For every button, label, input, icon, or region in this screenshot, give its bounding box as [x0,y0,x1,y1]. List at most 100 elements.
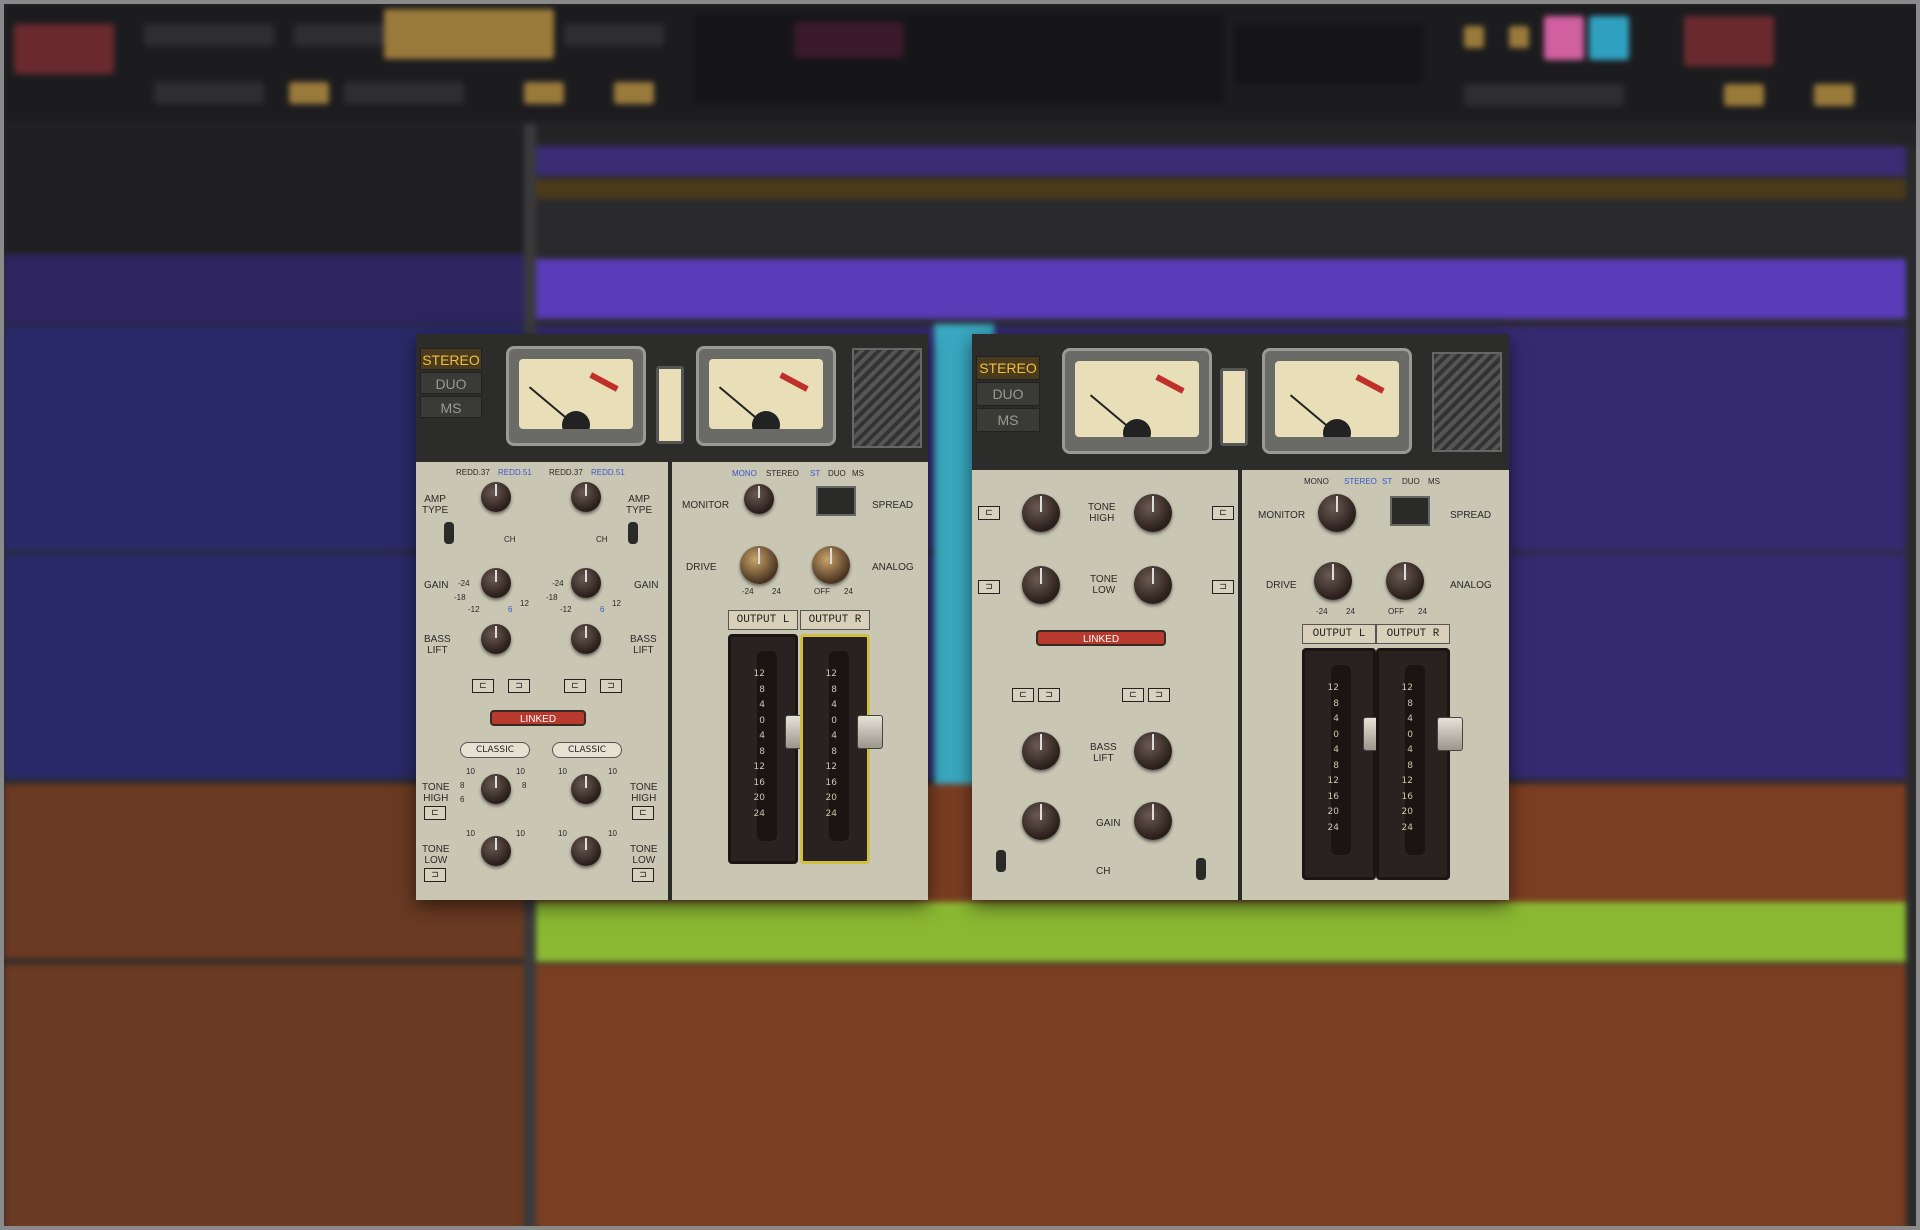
gain-knob[interactable] [1134,802,1172,840]
mode-stereo-button[interactable]: STEREO [420,348,482,370]
shelf-icon[interactable]: ⊐ [632,868,654,882]
drive-knob[interactable] [740,546,778,584]
tone-high-knob[interactable] [1022,494,1060,532]
output-r-fader[interactable]: 12 8 4 0 4 8 12 16 20 24 [1376,648,1463,880]
filter-shape-icon[interactable]: ⊐ [600,679,622,693]
toolbar-button[interactable] [1509,26,1529,48]
tone-high-knob[interactable] [481,774,511,804]
fader-scale-label: 4 [1407,714,1413,724]
tone-low-knob[interactable] [1022,566,1060,604]
gain-knob[interactable] [481,568,511,598]
bass-lift-knob[interactable] [481,624,511,654]
track-header[interactable] [4,254,524,324]
color-button[interactable] [1544,16,1584,60]
amp-type-knob[interactable] [571,482,601,512]
fader-scale-label: 12 [1327,683,1339,693]
filter-shape-icon[interactable]: ⊐ [508,679,530,693]
linked-button[interactable]: LINKED [1036,630,1166,646]
filter-shape-icon[interactable]: ⊐ [1148,688,1170,702]
gain-knob[interactable] [571,568,601,598]
bass-lift-knob[interactable] [1022,732,1060,770]
spread-switch[interactable] [816,486,856,516]
classic-button[interactable]: CLASSIC [460,742,530,758]
shelf-icon[interactable]: ⊐ [424,868,446,882]
shelf-icon[interactable]: ⊏ [1212,506,1234,520]
toolbar-button[interactable] [1724,84,1764,106]
fader-scale: 12 8 4 0 4 8 12 16 20 24 [739,667,765,822]
fader-scale: 12 8 4 0 4 8 12 16 20 24 [811,667,837,822]
analog-knob[interactable] [812,546,850,584]
transport-controls[interactable] [154,82,264,104]
toolbar-button[interactable] [614,82,654,104]
filter-shape-icon[interactable]: ⊏ [472,679,494,693]
amp-label-51: REDD.51 [498,468,532,477]
ch-switch[interactable] [996,850,1006,872]
ch-switch[interactable] [1196,858,1206,880]
audio-clip[interactable] [534,902,1906,962]
toolbar-button[interactable] [289,82,329,104]
toolbar-button[interactable] [344,82,464,104]
color-button[interactable] [1589,16,1629,60]
audio-lane[interactable] [534,964,1906,1226]
filter-shape-icon[interactable]: ⊏ [1122,688,1144,702]
tone-high-label: TONE HIGH [1088,502,1116,524]
timeline-ruler[interactable] [534,124,1916,146]
shelf-icon[interactable]: ⊏ [632,806,654,820]
shelf-icon[interactable]: ⊏ [424,806,446,820]
shelf-icon[interactable]: ⊐ [978,580,1000,594]
mode-stereo-button[interactable]: STEREO [976,356,1040,380]
spread-switch[interactable] [1390,496,1430,526]
fader-cap[interactable] [857,715,883,749]
toolbar-button[interactable] [294,24,384,46]
shelf-icon[interactable]: ⊏ [978,506,1000,520]
filter-shape-icon[interactable]: ⊏ [564,679,586,693]
mode-duo-button[interactable]: DUO [976,382,1040,406]
toolbar-button[interactable] [524,82,564,104]
tool-selector[interactable] [384,9,554,59]
tone-low-label: TONE LOW [630,844,658,866]
tone-low-knob[interactable] [1134,566,1172,604]
filter-shape-icon[interactable]: ⊐ [1038,688,1060,702]
shelf-icon[interactable]: ⊐ [1212,580,1234,594]
monitor-stereo-label: STEREO [766,469,799,478]
track-header[interactable] [4,964,524,1226]
bass-lift-knob[interactable] [571,624,601,654]
analog-knob[interactable] [1386,562,1424,600]
ch-switch[interactable] [628,522,638,544]
toolbar-button[interactable] [1814,84,1854,106]
gain-knob[interactable] [1022,802,1060,840]
tone-low-knob[interactable] [571,836,601,866]
toolbar-button[interactable] [1464,26,1484,48]
toolbar-block[interactable] [1684,16,1774,66]
toolbar-button[interactable] [564,24,664,46]
mode-ms-button[interactable]: MS [976,408,1040,432]
fader-scale-label: 16 [825,777,837,788]
tone-high-knob[interactable] [1134,494,1172,532]
classic-button[interactable]: CLASSIC [552,742,622,758]
filter-shape-icon[interactable]: ⊏ [1012,688,1034,702]
fader-scale-label: 16 [1327,791,1339,802]
tone-high-knob[interactable] [571,774,601,804]
mode-ms-button[interactable]: MS [420,396,482,418]
audio-clip[interactable] [534,259,1906,319]
fader-cap[interactable] [1437,717,1463,751]
toolbar-button[interactable] [1464,84,1624,106]
bass-lift-knob[interactable] [1134,732,1172,770]
output-r-fader[interactable]: 12 8 4 0 4 8 12 16 20 24 [800,634,883,864]
linked-button[interactable]: LINKED [490,710,586,726]
monitor-knob[interactable] [1318,494,1356,532]
output-l-fader[interactable]: 12 8 4 0 4 8 12 16 20 24 [728,634,811,864]
amp-type-knob[interactable] [481,482,511,512]
vu-cap [562,411,590,429]
monitor-knob[interactable] [744,484,774,514]
fader-scale-label: 12 [753,669,765,679]
vu-face [519,359,633,429]
mode-duo-button[interactable]: DUO [420,372,482,394]
ch-switch[interactable] [444,522,454,544]
drive-knob[interactable] [1314,562,1352,600]
toolbar-block[interactable] [14,24,114,74]
spread-label: SPREAD [872,500,914,511]
tone-low-knob[interactable] [481,836,511,866]
output-l-fader[interactable]: 12 8 4 0 4 8 12 16 20 24 [1302,648,1389,880]
toolbar-button[interactable] [144,24,274,46]
